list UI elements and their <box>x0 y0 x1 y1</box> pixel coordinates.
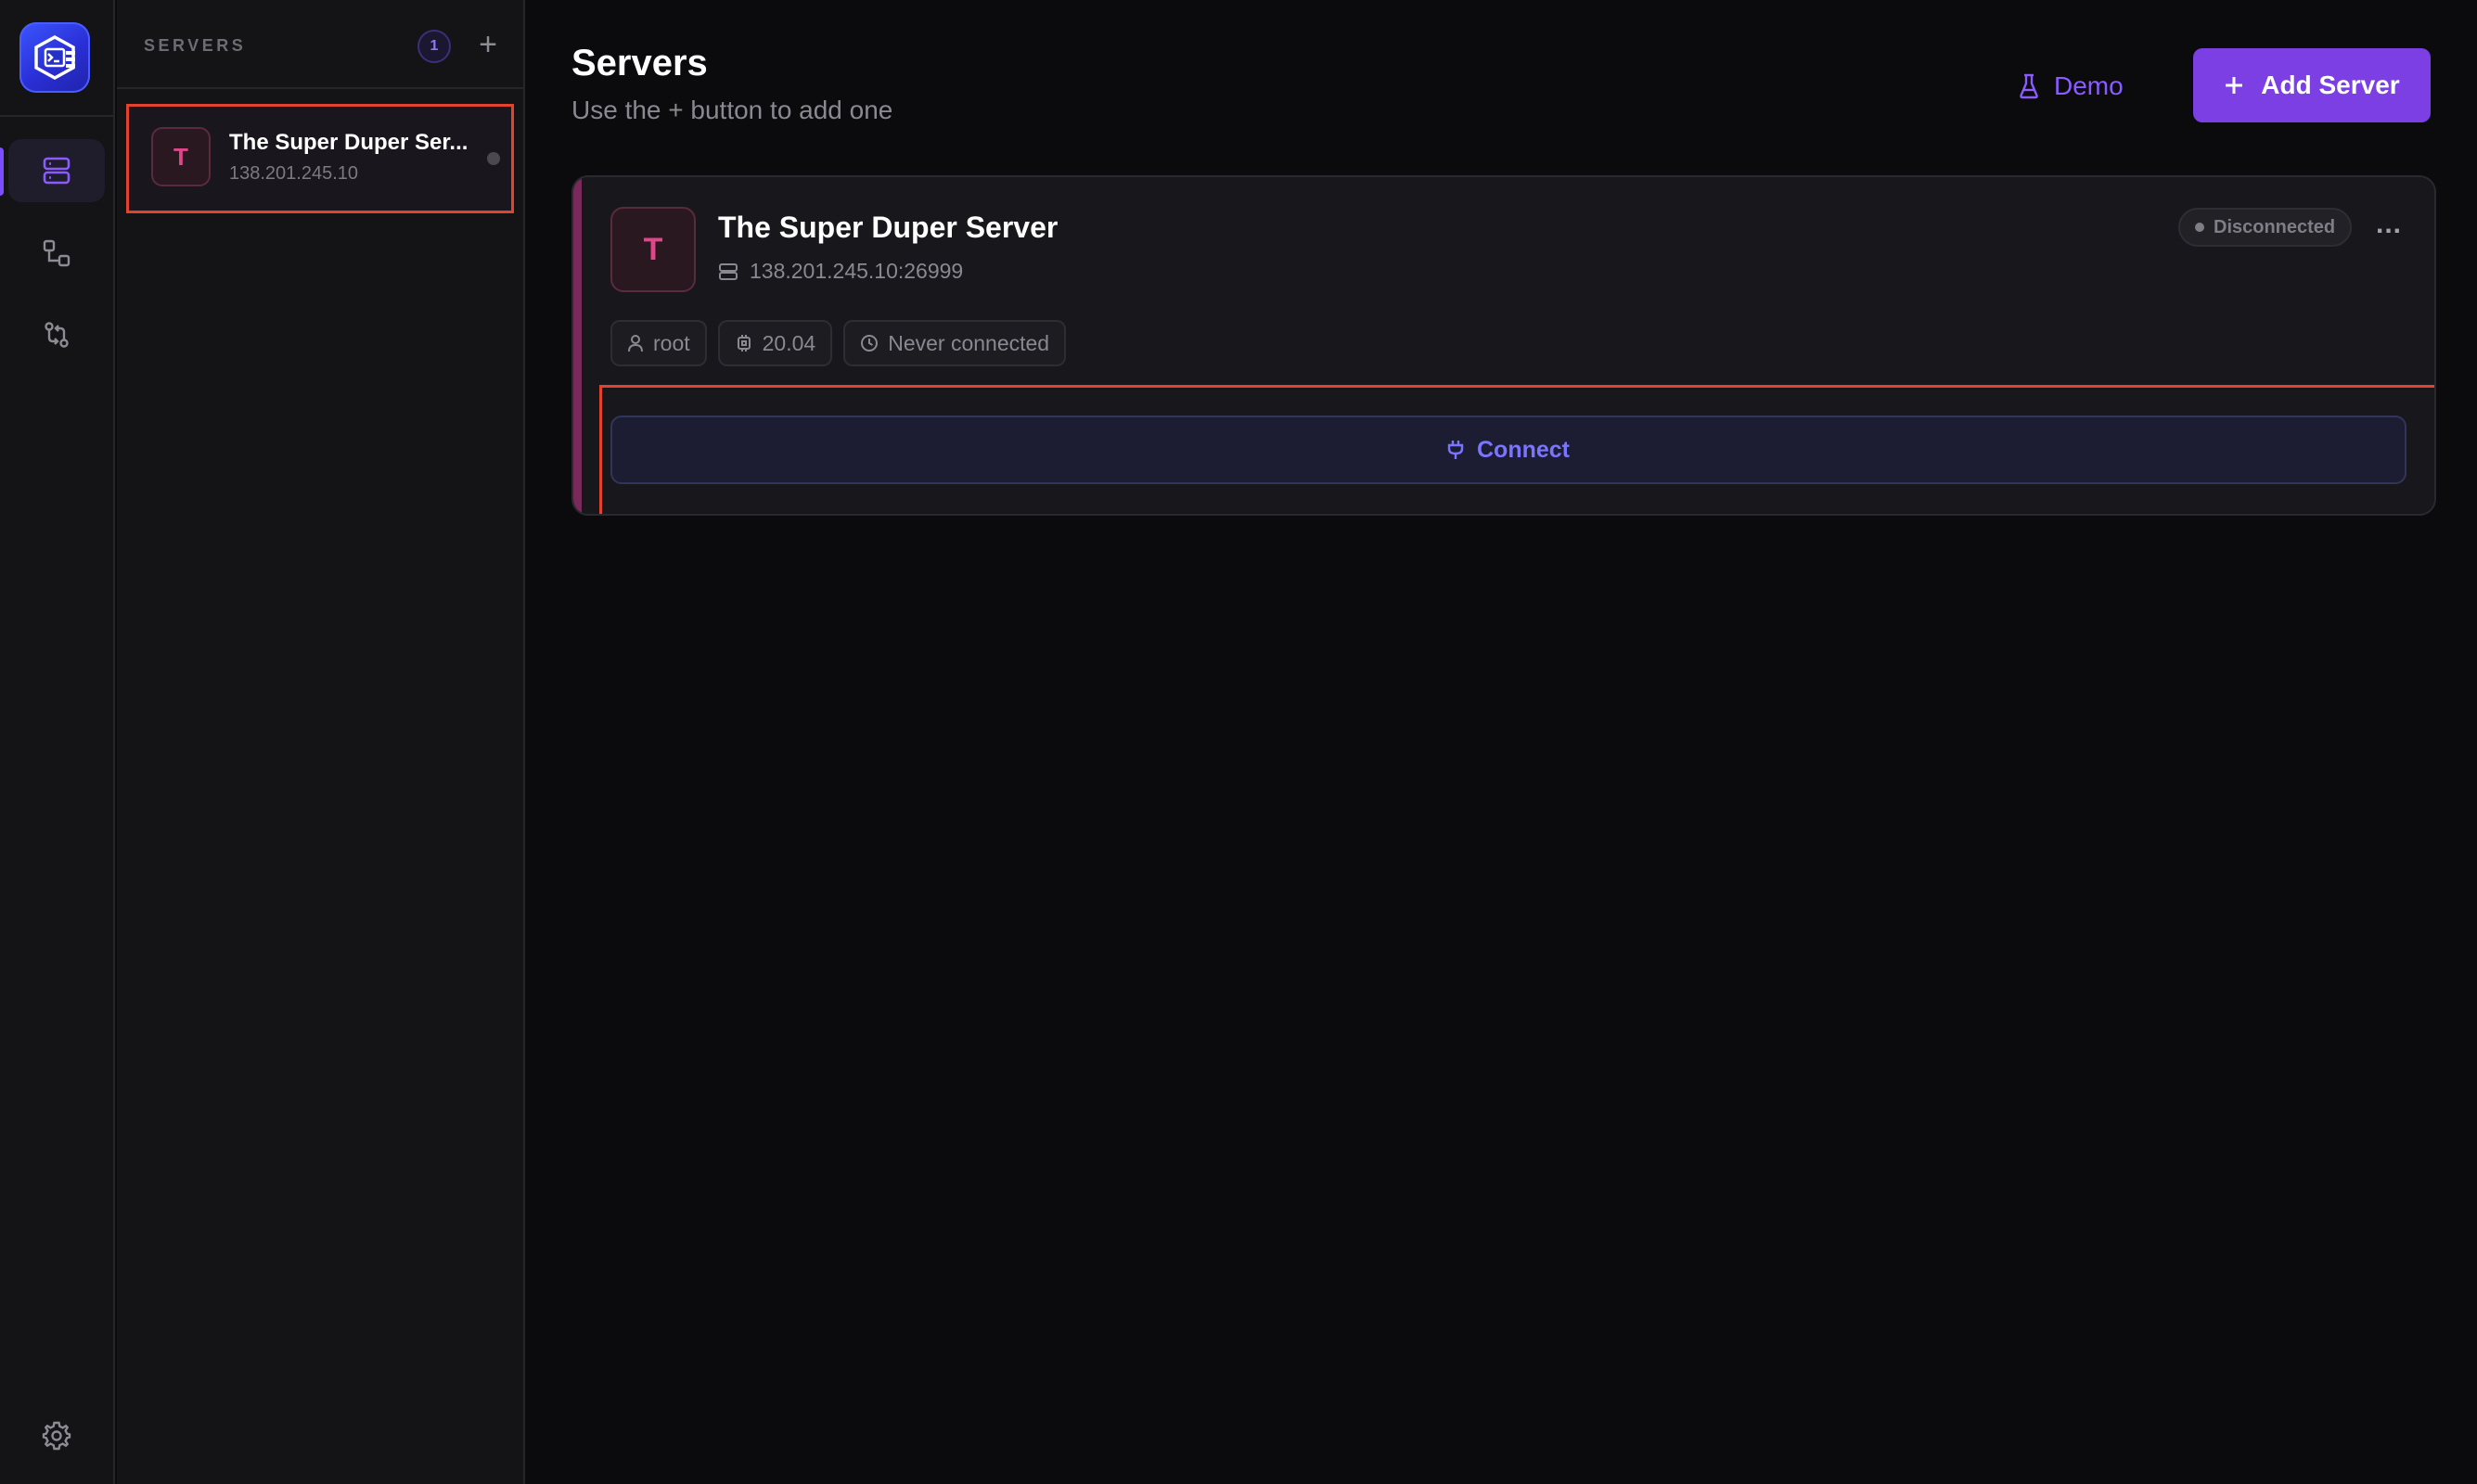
rail-item-transfers[interactable] <box>8 303 105 366</box>
servers-sidebar: SERVERS 1 + T The Super Duper Ser... 138… <box>117 0 525 1484</box>
more-options-button[interactable]: ... <box>2368 211 2409 248</box>
rail-item-servers[interactable] <box>8 139 105 202</box>
sidebar-server-item[interactable]: T The Super Duper Ser... 138.201.245.10 <box>126 104 514 213</box>
card-accent-bar <box>573 177 582 514</box>
card-meta-chips: root 20.04 Never connected <box>610 320 1067 366</box>
gear-icon <box>42 1421 71 1451</box>
server-status-dot <box>487 152 500 165</box>
app-logo-icon <box>34 35 75 80</box>
card-avatar: T <box>610 207 696 292</box>
server-card: T The Super Duper Server 138.201.245.10:… <box>571 175 2436 516</box>
status-badge: Disconnected <box>2178 208 2353 247</box>
icon-rail <box>0 0 115 1484</box>
user-icon <box>628 335 643 352</box>
logo-area <box>0 0 115 117</box>
connect-label: Connect <box>1477 436 1570 463</box>
app-logo[interactable] <box>19 22 90 93</box>
server-count-badge: 1 <box>417 30 451 63</box>
card-server-name: The Super Duper Server <box>718 211 1059 244</box>
server-avatar: T <box>151 127 211 186</box>
card-host-address: 138.201.245.10:26999 <box>750 259 964 283</box>
sidebar-add-server-button[interactable]: + <box>469 28 507 65</box>
add-server-button[interactable]: Add Server <box>2193 48 2431 122</box>
status-dot <box>2195 223 2204 232</box>
page-subtitle: Use the + button to add one <box>571 96 893 124</box>
server-stack-icon <box>43 157 71 185</box>
version-chip: 20.04 <box>717 320 833 366</box>
rail-item-connections[interactable] <box>8 222 105 285</box>
demo-button[interactable]: Demo <box>2019 65 2124 108</box>
card-host: 138.201.245.10:26999 <box>718 259 963 284</box>
plug-icon <box>1447 441 1464 459</box>
add-server-label: Add Server <box>2261 70 2400 99</box>
last-connected-chip: Never connected <box>843 320 1067 366</box>
user-chip: root <box>610 320 707 366</box>
main-content: Servers Use the + button to add one Demo… <box>527 0 2477 1484</box>
last-connected-label: Never connected <box>888 330 1050 355</box>
connection-nodes-icon <box>43 239 71 267</box>
app-window: SERVERS 1 + T The Super Duper Ser... 138… <box>0 0 2477 1484</box>
server-name: The Super Duper Ser... <box>229 130 468 155</box>
sidebar-title: SERVERS <box>144 36 247 55</box>
status-text: Disconnected <box>2214 216 2336 237</box>
demo-label: Demo <box>2054 71 2124 100</box>
flask-icon <box>2020 73 2038 99</box>
server-icon <box>719 262 738 280</box>
cpu-icon <box>737 335 751 352</box>
rail-active-indicator <box>0 147 4 196</box>
connect-button[interactable]: Connect <box>610 416 2406 484</box>
page-title: Servers <box>571 43 708 83</box>
plus-icon <box>2226 77 2243 94</box>
clock-icon <box>861 335 879 352</box>
sidebar-header: SERVERS 1 + <box>117 0 525 89</box>
rail-item-settings[interactable] <box>8 1404 105 1467</box>
transfer-icon <box>45 322 69 348</box>
user-chip-label: root <box>653 330 690 355</box>
version-chip-label: 20.04 <box>762 330 816 355</box>
server-ip: 138.201.245.10 <box>229 163 359 184</box>
